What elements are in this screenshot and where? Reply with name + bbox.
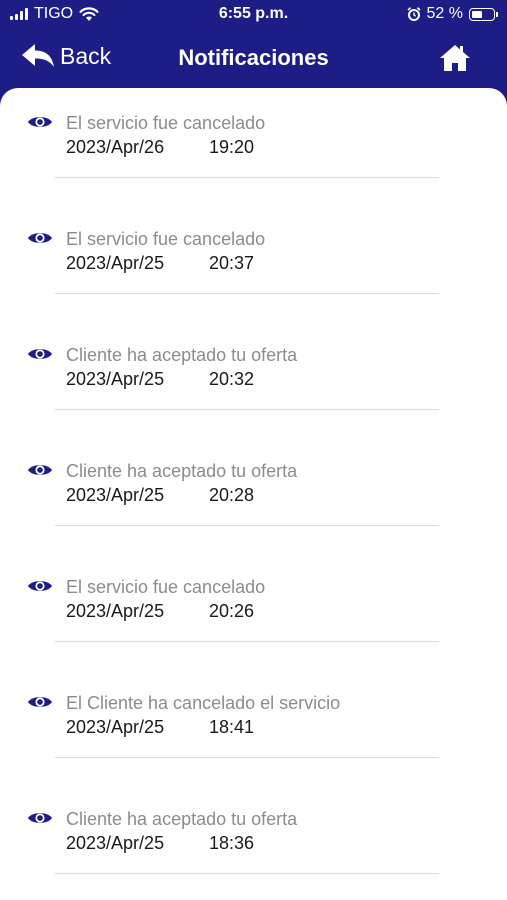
notification-time: 19:20 [209, 137, 255, 157]
status-right: 52 % [406, 5, 498, 23]
notification-item[interactable]: Cliente ha aceptado tu oferta 2023/Apr/2… [0, 784, 507, 900]
home-button[interactable] [439, 44, 471, 77]
notification-item[interactable]: El servicio fue cancelado 2023/Apr/25 20… [0, 204, 507, 320]
divider [55, 409, 439, 410]
notification-date: 2023/Apr/25 [66, 369, 165, 389]
notification-message: El Cliente ha cancelado el servicio [66, 693, 341, 713]
notification-list: El servicio fue cancelado 2023/Apr/26 19… [0, 88, 507, 900]
eye-icon[interactable] [27, 230, 53, 246]
notification-date: 2023/Apr/25 [66, 601, 165, 621]
notification-time: 20:26 [209, 601, 255, 621]
notification-item[interactable]: Cliente ha aceptado tu oferta 2023/Apr/2… [0, 320, 507, 436]
page-title: Notificaciones [178, 45, 329, 70]
divider [55, 641, 439, 642]
eye-icon[interactable] [27, 810, 53, 826]
eye-icon[interactable] [27, 114, 53, 130]
battery-level [472, 10, 482, 18]
notification-item[interactable]: El servicio fue cancelado 2023/Apr/25 20… [0, 552, 507, 668]
notification-message: El servicio fue cancelado [66, 577, 266, 597]
notification-time: 20:37 [209, 253, 255, 273]
divider [55, 873, 439, 874]
notification-date: 2023/Apr/25 [66, 717, 165, 737]
notifications-panel: El servicio fue cancelado 2023/Apr/26 19… [0, 88, 507, 900]
notification-date: 2023/Apr/26 [66, 137, 165, 157]
header: Back Notificaciones [0, 34, 507, 84]
battery-icon [469, 7, 498, 21]
notification-message: Cliente ha aceptado tu oferta [66, 809, 298, 829]
notifications-screen: TIGO 6:55 p.m. 52 % Back Notificaciones … [0, 0, 507, 900]
notification-message: Cliente ha aceptado tu oferta [66, 461, 298, 481]
notification-date: 2023/Apr/25 [66, 253, 165, 273]
notification-message: Cliente ha aceptado tu oferta [66, 345, 298, 365]
home-icon [440, 45, 470, 71]
divider [55, 293, 439, 294]
divider [55, 525, 439, 526]
battery-percent: 52 % [426, 5, 463, 22]
notification-message: El servicio fue cancelado [66, 113, 266, 133]
divider [55, 177, 439, 178]
notification-time: 20:28 [209, 485, 255, 505]
eye-icon[interactable] [27, 578, 53, 594]
notification-item[interactable]: Cliente ha aceptado tu oferta 2023/Apr/2… [0, 436, 507, 552]
notification-time: 18:41 [209, 717, 255, 737]
alarm-icon [406, 7, 421, 21]
eye-icon[interactable] [27, 694, 53, 710]
notification-item[interactable]: El servicio fue cancelado 2023/Apr/26 19… [0, 88, 507, 204]
status-bar: TIGO 6:55 p.m. 52 % [0, 0, 507, 32]
eye-icon[interactable] [27, 462, 53, 478]
notification-date: 2023/Apr/25 [66, 485, 165, 505]
notification-time: 20:32 [209, 369, 255, 389]
divider [55, 757, 439, 758]
notification-time: 18:36 [209, 833, 255, 853]
notification-date: 2023/Apr/25 [66, 833, 165, 853]
notification-message: El servicio fue cancelado [66, 229, 266, 249]
notification-item[interactable]: El Cliente ha cancelado el servicio 2023… [0, 668, 507, 784]
eye-icon[interactable] [27, 346, 53, 362]
